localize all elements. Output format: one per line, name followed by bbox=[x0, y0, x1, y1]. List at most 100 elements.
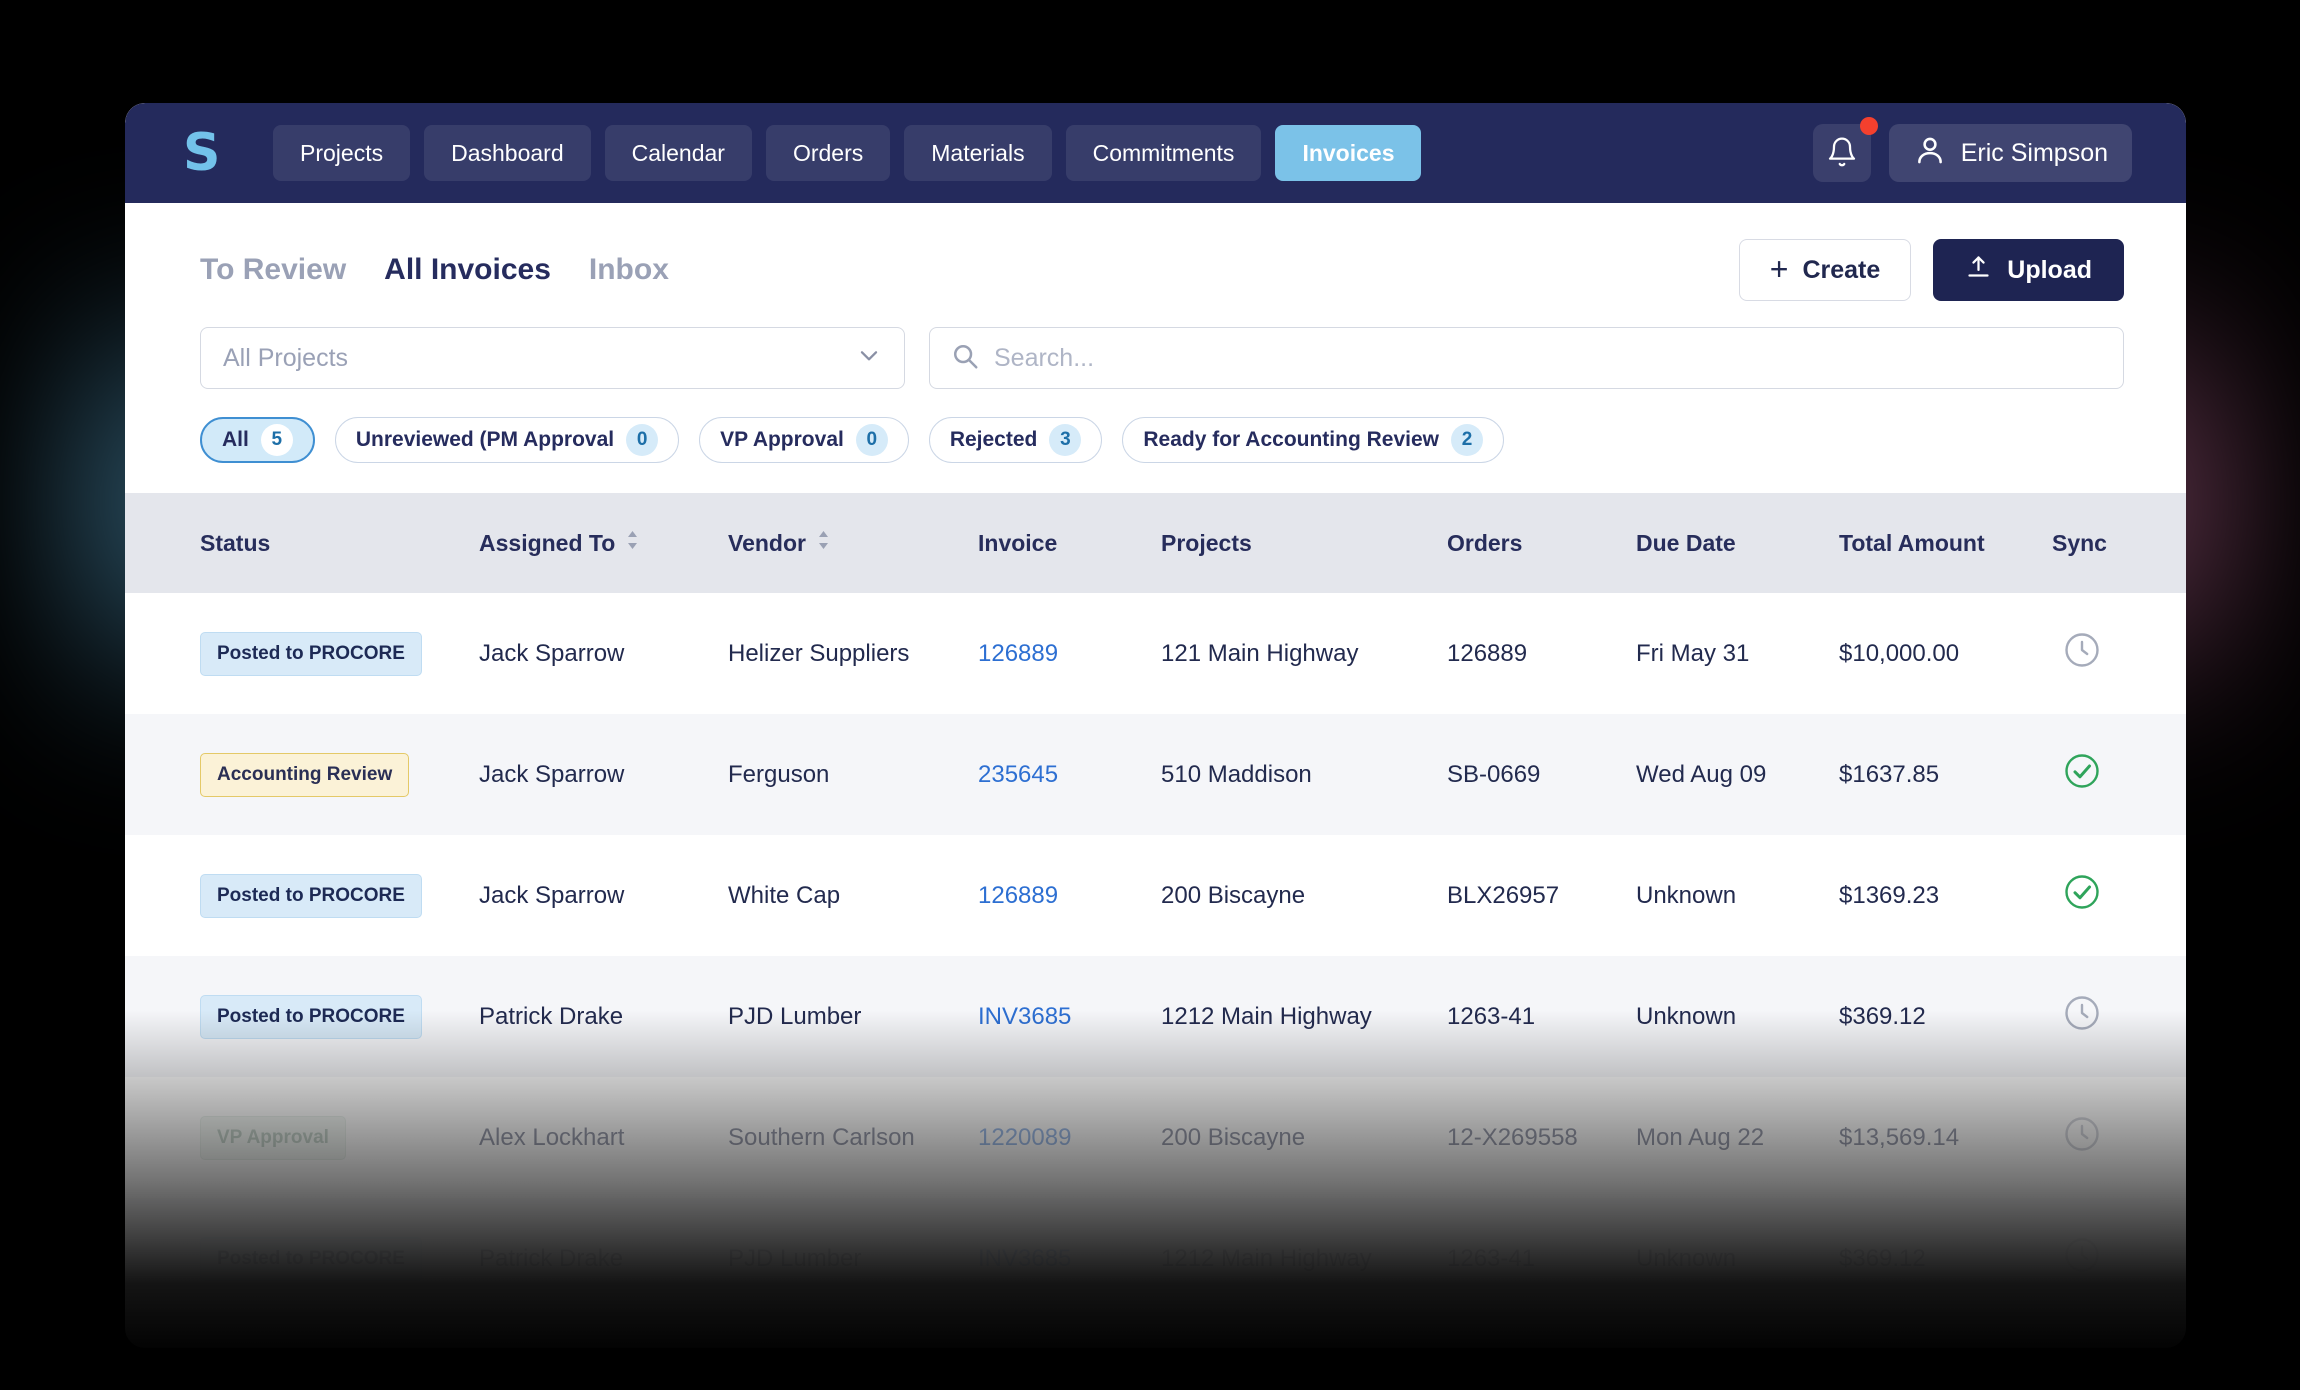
invoice-cell: INV3685 bbox=[978, 1245, 1161, 1273]
search-input[interactable] bbox=[994, 344, 2103, 373]
invoice-cell: 1220089 bbox=[978, 1124, 1161, 1152]
search-icon bbox=[950, 341, 980, 376]
column-header-label: Due Date bbox=[1636, 530, 1736, 557]
column-header-orders: Orders bbox=[1447, 530, 1636, 557]
table-body: Posted to PROCORE Jack Sparrow Helizer Sup… bbox=[125, 593, 2186, 1319]
chip-count-badge: 5 bbox=[261, 424, 293, 456]
status-cell: Posted to PROCORE bbox=[200, 874, 479, 918]
tab-inbox[interactable]: Inbox bbox=[589, 253, 669, 287]
invoice-row[interactable]: Posted to PROCOREJack SparrowHelizer Sup… bbox=[125, 593, 2186, 714]
sync-cell bbox=[2052, 872, 2186, 919]
invoice-cell: 126889 bbox=[978, 640, 1161, 668]
tab-to-review[interactable]: To Review bbox=[200, 253, 346, 287]
assigned-to-cell: Jack Sparrow bbox=[479, 761, 728, 789]
vendor-cell: White Cap bbox=[728, 882, 978, 910]
upload-button[interactable]: Upload bbox=[1933, 239, 2124, 301]
search-box[interactable] bbox=[929, 327, 2124, 389]
due-date-cell: Mon Aug 22 bbox=[1636, 1124, 1839, 1152]
vendor-cell: PJD Lumber bbox=[728, 1003, 978, 1031]
invoice-row[interactable]: Posted to PROCOREJack SparrowWhite Cap12… bbox=[125, 835, 2186, 956]
create-button[interactable]: + Create bbox=[1739, 239, 1912, 301]
total-amount-cell: $13,569.14 bbox=[1839, 1124, 2052, 1152]
project-filter-dropdown[interactable]: All Projects bbox=[200, 327, 905, 389]
invoice-cell: 235645 bbox=[978, 761, 1161, 789]
order-cell: BLX26957 bbox=[1447, 882, 1636, 910]
project-cell: 200 Biscayne bbox=[1161, 1124, 1447, 1152]
column-header-assigned-to[interactable]: Assigned To bbox=[479, 529, 728, 557]
vendor-cell: Southern Carlson bbox=[728, 1124, 978, 1152]
nav-item-orders[interactable]: Orders bbox=[766, 125, 890, 181]
invoice-link[interactable]: 235645 bbox=[978, 761, 1058, 788]
status-cell: Posted to PROCORE bbox=[200, 995, 479, 1039]
filter-chip-rejected[interactable]: Rejected3 bbox=[929, 417, 1103, 463]
plus-icon: + bbox=[1770, 253, 1789, 285]
navbar-right: Eric Simpson bbox=[1813, 124, 2132, 182]
filter-chip-ready-for-accounting-review[interactable]: Ready for Accounting Review2 bbox=[1122, 417, 1504, 463]
status-badge: Posted to PROCORE bbox=[200, 1237, 422, 1281]
filter-chip-vp-approval[interactable]: VP Approval 0 bbox=[699, 417, 909, 463]
chip-label: Rejected bbox=[950, 428, 1038, 452]
nav-item-projects[interactable]: Projects bbox=[273, 125, 410, 181]
assigned-to-cell: Alex Lockhart bbox=[479, 1124, 728, 1152]
upload-button-label: Upload bbox=[2007, 256, 2092, 285]
sort-icon bbox=[816, 529, 831, 557]
total-amount-cell: $369.12 bbox=[1839, 1245, 2052, 1273]
chevron-down-icon bbox=[856, 342, 882, 375]
column-header-label: Invoice bbox=[978, 530, 1057, 557]
due-date-cell: Wed Aug 09 bbox=[1636, 761, 1839, 789]
chip-label: Ready for Accounting Review bbox=[1143, 428, 1439, 452]
app-window: S ProjectsDashboardCalendarOrdersMateria… bbox=[125, 103, 2186, 1348]
app-logo: S bbox=[183, 123, 243, 183]
toolbar-actions: + Create Upload bbox=[1739, 239, 2124, 301]
order-cell: 12-X269558 bbox=[1447, 1124, 1636, 1152]
invoice-link[interactable]: INV3685 bbox=[978, 1245, 1071, 1272]
main-nav: ProjectsDashboardCalendarOrdersMaterials… bbox=[273, 125, 1421, 181]
nav-item-calendar[interactable]: Calendar bbox=[605, 125, 752, 181]
invoice-row[interactable]: VP Approval Alex LockhartSouthern Carlson… bbox=[125, 1077, 2186, 1198]
nav-item-invoices[interactable]: Invoices bbox=[1275, 125, 1421, 181]
chip-label: Unreviewed (PM Approval bbox=[356, 428, 614, 452]
status-badge: VP Approval bbox=[200, 1116, 346, 1160]
sync-cell bbox=[2052, 993, 2186, 1040]
status-badge: Accounting Review bbox=[200, 753, 409, 797]
invoice-link[interactable]: 126889 bbox=[978, 640, 1058, 667]
nav-item-materials[interactable]: Materials bbox=[904, 125, 1051, 181]
order-cell: 126889 bbox=[1447, 640, 1636, 668]
chip-label: VP Approval bbox=[720, 428, 844, 452]
chip-label: All bbox=[222, 428, 249, 452]
invoice-link[interactable]: 1220089 bbox=[978, 1124, 1071, 1151]
invoice-row[interactable]: Posted to PROCOREPatrick DrakePJD Lumber… bbox=[125, 1198, 2186, 1319]
invoice-cell: 126889 bbox=[978, 882, 1161, 910]
due-date-cell: Unknown bbox=[1636, 1003, 1839, 1031]
column-header-label: Vendor bbox=[728, 530, 806, 557]
chip-count-badge: 0 bbox=[856, 424, 888, 456]
nav-item-dashboard[interactable]: Dashboard bbox=[424, 125, 591, 181]
status-cell: Posted to PROCORE bbox=[200, 632, 479, 676]
invoice-row[interactable]: Accounting Review Jack SparrowFerguson235… bbox=[125, 714, 2186, 835]
notifications-button[interactable] bbox=[1813, 124, 1871, 182]
invoice-link[interactable]: 126889 bbox=[978, 882, 1058, 909]
total-amount-cell: $1369.23 bbox=[1839, 882, 2052, 910]
sync-cell bbox=[2052, 1114, 2186, 1161]
due-date-cell: Fri May 31 bbox=[1636, 640, 1839, 668]
table-header-row: StatusAssigned ToVendorInvoiceProjectsOr… bbox=[125, 493, 2186, 593]
project-cell: 121 Main Highway bbox=[1161, 640, 1447, 668]
invoice-link[interactable]: INV3685 bbox=[978, 1003, 1071, 1030]
vendor-cell: Ferguson bbox=[728, 761, 978, 789]
project-cell: 510 Maddison bbox=[1161, 761, 1447, 789]
filter-chip-all[interactable]: All 5 bbox=[200, 417, 315, 463]
column-header-due-date: Due Date bbox=[1636, 530, 1839, 557]
filter-chip-unreviewed-pm-approval[interactable]: Unreviewed (PM Approval0 bbox=[335, 417, 679, 463]
column-header-vendor[interactable]: Vendor bbox=[728, 529, 978, 557]
sync-cell bbox=[2052, 751, 2186, 798]
tab-all-invoices[interactable]: All Invoices bbox=[384, 253, 551, 287]
user-menu-button[interactable]: Eric Simpson bbox=[1889, 124, 2132, 182]
column-header-label: Total Amount bbox=[1839, 530, 1985, 557]
notification-dot bbox=[1860, 117, 1878, 135]
invoice-row[interactable]: Posted to PROCOREPatrick DrakePJD Lumber… bbox=[125, 956, 2186, 1077]
sync-cell bbox=[2052, 630, 2186, 677]
vendor-cell: Helizer Suppliers bbox=[728, 640, 978, 668]
nav-item-commitments[interactable]: Commitments bbox=[1066, 125, 1262, 181]
project-cell: 1212 Main Highway bbox=[1161, 1003, 1447, 1031]
top-navbar: S ProjectsDashboardCalendarOrdersMateria… bbox=[125, 103, 2186, 203]
